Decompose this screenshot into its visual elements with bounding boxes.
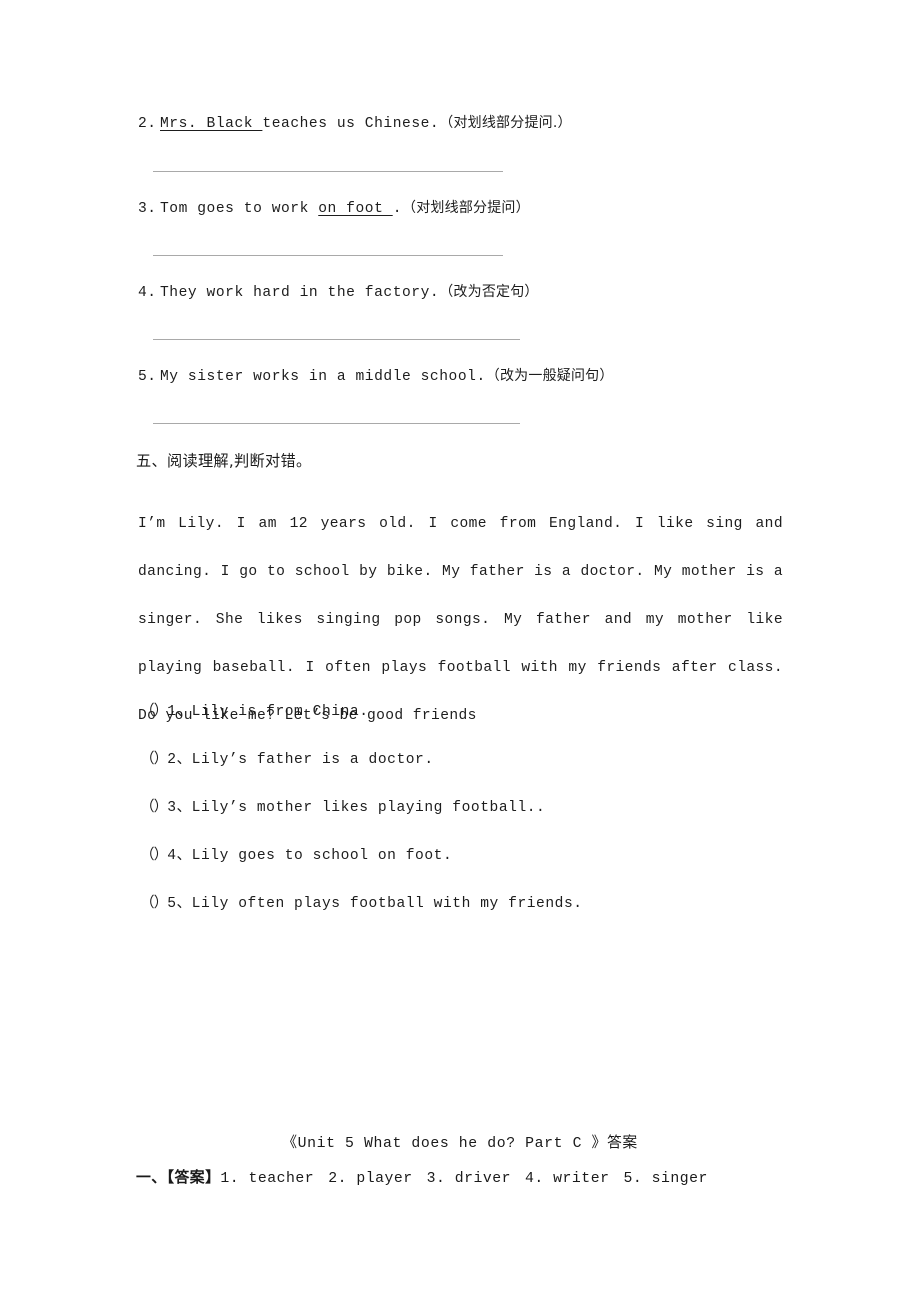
answer-item-4: 4. writer [525,1171,610,1187]
answer-bracket[interactable]: （） [140,750,168,767]
question-text-before: Tom goes to work [160,201,319,217]
true-false-item-3: （）3、Lily’s mother likes playing football… [140,795,545,816]
item-text: Lily is from China. [191,704,369,720]
true-false-item-4: （）4、Lily goes to school on foot. [140,843,452,864]
title-close-bracket: 》 [591,1134,607,1151]
answer-item-2: 2. player [328,1171,413,1187]
question-text: They work hard in the factory. [160,285,440,301]
answer-blank-line-4[interactable] [153,339,520,340]
reading-passage-text: I’m Lily. I am 12 years old. I come from… [138,516,783,724]
question-item-5: 5. My sister works in a middle school.（改为… [138,366,614,387]
question-instruction: （改为一般疑问句） [485,368,614,384]
question-item-3: 3. Tom goes to work on foot .（对划线部分提问） [138,198,530,219]
answer-blank-line-5[interactable] [153,423,520,424]
title-suffix: 答案 [606,1134,638,1151]
section-heading-five: 五、阅读理解,判断对错。 [136,452,312,470]
worksheet-page: 2. Mrs. Black teaches us Chinese.（对划线部分提问… [0,0,920,1302]
item-separator: 、 [176,702,192,719]
question-number: 3. [138,201,157,217]
item-index: 3 [167,800,177,816]
item-separator: 、 [176,750,192,767]
item-separator: 、 [176,846,192,863]
true-false-item-2: （）2、Lily’s father is a doctor. [140,747,434,768]
answer-bracket[interactable]: （） [140,702,168,719]
item-index: 4 [167,848,177,864]
question-number: 5. [138,369,157,385]
answer-item-1: 1. teacher [220,1171,315,1187]
answer-bracket[interactable]: （） [140,846,168,863]
question-text: teaches us Chinese. [262,116,440,132]
question-instruction: （对划线部分提问） [402,200,530,216]
answer-bracket[interactable]: （） [140,894,168,911]
question-item-2: 2. Mrs. Black teaches us Chinese.（对划线部分提问… [138,113,572,134]
item-index: 1 [167,704,177,720]
title-main: Unit 5 What does he do? Part C [297,1136,592,1152]
item-text: Lily’s mother likes playing football.. [191,800,546,816]
item-text: Lily goes to school on foot. [191,848,453,864]
item-index: 5 [167,896,177,912]
question-number: 2. [138,116,157,132]
item-separator: 、 [176,894,192,911]
title-open-bracket: 《 [282,1134,298,1151]
answer-blank-line-3[interactable] [153,255,503,256]
true-false-item-5: （）5、Lily often plays football with my fr… [140,891,583,912]
question-item-4: 4. They work hard in the factory.（改为否定句） [138,282,539,303]
answer-key-row-one: 一、【答案】1. teacher 2. player 3. driver 4. wri… [136,1166,722,1187]
question-text: My sister works in a middle school. [160,369,486,385]
item-text: Lily often plays football with my friend… [191,896,583,912]
answer-blank-line-2[interactable] [153,171,503,172]
item-separator: 、 [176,798,192,815]
question-text: . [392,201,403,217]
item-index: 2 [167,752,177,768]
answer-key-label: 一、【答案】 [136,1169,221,1186]
item-text: Lily’s father is a doctor. [191,752,434,768]
answer-item-3: 3. driver [426,1171,512,1187]
true-false-item-1: （）1、Lily is from China. [140,699,369,720]
answer-item-5: 5. singer [623,1171,708,1187]
answer-bracket[interactable]: （） [140,798,168,815]
question-underlined-phrase: on foot [318,201,393,217]
question-number: 4. [138,285,157,301]
question-instruction: （改为否定句） [439,284,539,300]
question-instruction: （对划线部分提问.） [439,115,572,131]
question-underlined-phrase: Mrs. Black [160,116,263,132]
answer-key-title: 《Unit 5 What does he do? Part C 》答案 [0,1131,920,1152]
